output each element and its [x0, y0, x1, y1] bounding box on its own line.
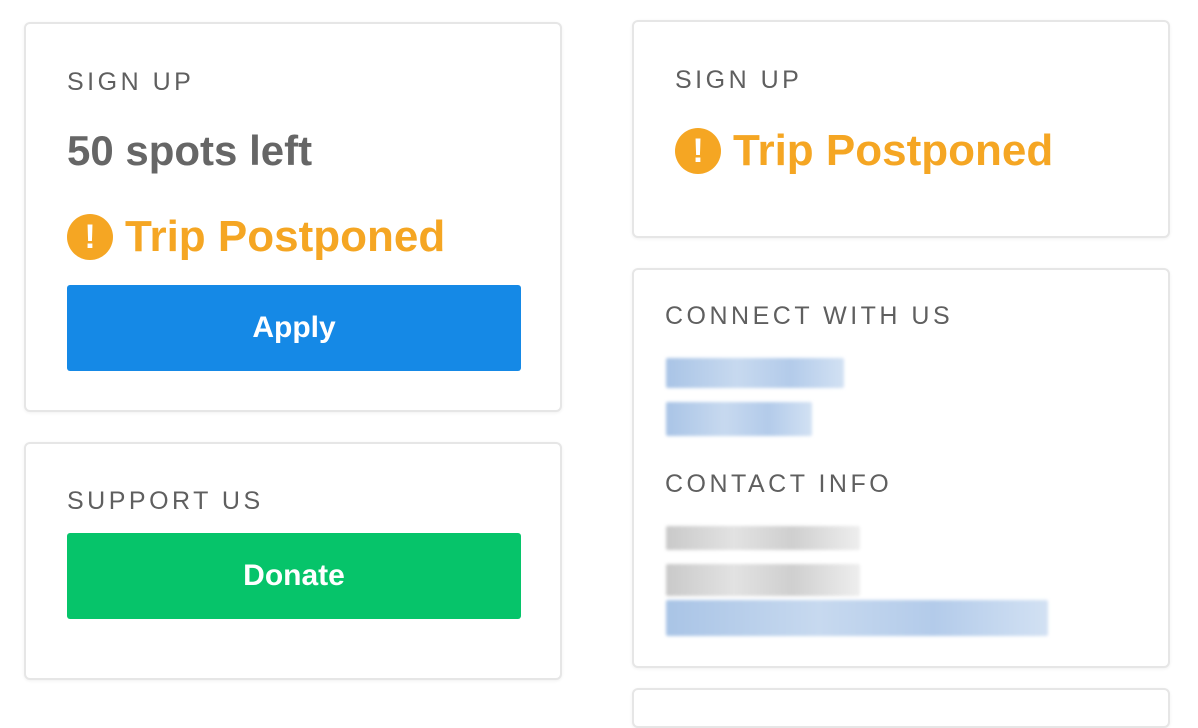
exclamation-circle-icon: ! [67, 214, 113, 260]
spots-left-count: 50 spots left [67, 127, 313, 174]
contact-heading: CONTACT INFO [665, 470, 893, 498]
donate-button[interactable]: Donate [67, 533, 521, 619]
redacted-social-link[interactable] [666, 402, 812, 436]
signup-card: SIGN UP 50 spots left ! Trip Postponed A… [24, 22, 562, 412]
redacted-contact-name [666, 526, 860, 550]
next-card [632, 688, 1170, 728]
support-card: SUPPORT US Donate [24, 442, 562, 680]
support-heading: SUPPORT US [67, 487, 264, 515]
signup-heading: SIGN UP [67, 68, 195, 96]
trip-status-text: Trip Postponed [733, 126, 1054, 175]
connect-card: CONNECT WITH US CONTACT INFO [632, 268, 1170, 668]
signup-status-card: SIGN UP ! Trip Postponed [632, 20, 1170, 238]
trip-status: ! Trip Postponed [675, 126, 1053, 176]
redacted-contact-email[interactable] [666, 600, 1048, 636]
apply-button[interactable]: Apply [67, 285, 521, 371]
trip-status: ! Trip Postponed [67, 212, 445, 262]
connect-heading: CONNECT WITH US [665, 302, 954, 330]
redacted-social-link[interactable] [666, 358, 844, 388]
signup-heading: SIGN UP [675, 66, 803, 94]
exclamation-circle-icon: ! [675, 128, 721, 174]
redacted-contact-phone [666, 564, 860, 596]
trip-status-text: Trip Postponed [125, 212, 446, 261]
